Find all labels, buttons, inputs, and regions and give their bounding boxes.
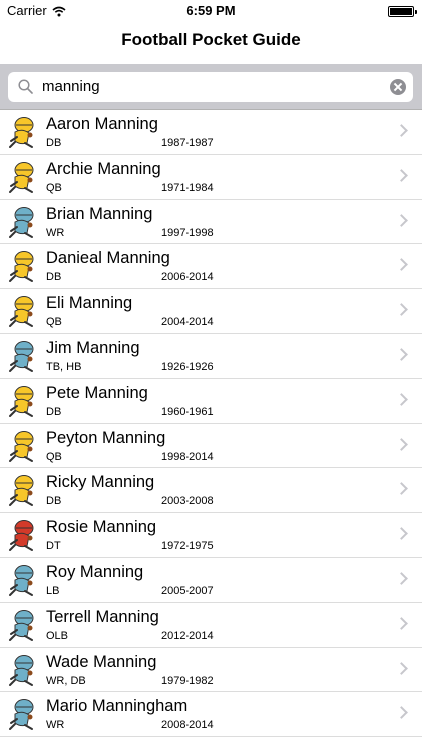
db-mascot-icon xyxy=(5,115,39,149)
chevron-right-icon xyxy=(395,661,408,675)
db-mascot-icon xyxy=(5,384,39,418)
status-bar: Carrier 6:59 PM xyxy=(0,0,422,22)
player-years: 1972-1975 xyxy=(161,540,214,553)
player-position: DB xyxy=(46,405,62,418)
list-item[interactable]: Mario Manningham WR 2008-2014 xyxy=(0,692,422,738)
chevron-right-icon xyxy=(395,258,408,272)
list-item[interactable]: Aaron Manning DB 1987-1987 xyxy=(0,110,422,155)
qb-mascot-icon xyxy=(5,294,39,328)
player-name: Rosie Manning xyxy=(46,518,157,537)
chevron-right-icon xyxy=(395,124,408,137)
player-name: Mario Manningham xyxy=(46,697,188,716)
clear-icon[interactable] xyxy=(390,79,406,95)
list-item[interactable]: Rosie Manning DT 1972-1975 xyxy=(0,513,422,558)
player-name: Jim Manning xyxy=(46,338,140,357)
qb-mascot-icon xyxy=(5,429,39,463)
player-name: Wade Manning xyxy=(46,652,157,671)
player-years: 2004-2014 xyxy=(161,316,214,329)
player-name: Brian Manning xyxy=(46,204,153,223)
wr-mascot-icon xyxy=(5,205,39,239)
list-item[interactable]: Ricky Manning DB 2003-2008 xyxy=(0,468,422,514)
player-years: 1926-1926 xyxy=(161,360,214,373)
player-name: Ricky Manning xyxy=(46,473,155,492)
player-years: 2005-2007 xyxy=(161,584,214,597)
player-years: 1979-1982 xyxy=(161,674,214,687)
page-title: Football Pocket Guide xyxy=(121,30,301,49)
player-years: 1971-1984 xyxy=(161,181,214,194)
db-mascot-icon xyxy=(5,249,39,283)
list-item[interactable]: Danieal Manning DB 2006-2014 xyxy=(0,244,422,290)
player-name: Eli Manning xyxy=(46,294,133,313)
list-item[interactable]: Roy Manning LB 2005-2007 xyxy=(0,558,422,603)
search-query: manning xyxy=(42,78,100,95)
player-position: QB xyxy=(46,450,62,463)
player-years: 1998-2014 xyxy=(161,450,214,463)
player-position: TB, HB xyxy=(46,360,82,373)
list-item[interactable]: Eli Manning QB 2004-2014 xyxy=(0,289,422,334)
player-name: Roy Manning xyxy=(46,562,144,581)
search-input[interactable]: manning xyxy=(8,72,413,102)
chevron-right-icon xyxy=(395,572,408,585)
player-name: Aaron Manning xyxy=(46,115,158,133)
chevron-right-icon xyxy=(395,392,408,406)
chevron-right-icon xyxy=(395,482,408,496)
player-position: OLB xyxy=(46,629,69,642)
player-name: Archie Manning xyxy=(46,159,161,178)
chevron-right-icon xyxy=(395,348,408,361)
player-position: LB xyxy=(46,584,60,597)
list-item[interactable]: Peyton Manning QB 1998-2014 xyxy=(0,424,422,469)
chevron-right-icon xyxy=(395,213,408,227)
chevron-right-icon xyxy=(395,527,408,541)
battery-icon xyxy=(388,6,417,17)
dt-mascot-icon xyxy=(5,518,39,552)
player-list: Aaron Manning DB 1987-1987 Archie Manning QB… xyxy=(0,110,422,738)
list-item[interactable]: Jim Manning TB, HB 1926-1926 xyxy=(0,334,422,379)
list-item[interactable]: Pete Manning DB 1960-1961 xyxy=(0,379,422,424)
search-bar: manning xyxy=(0,64,422,110)
list-item[interactable]: Terrell Manning OLB 2012-2014 xyxy=(0,603,422,648)
player-years: 2012-2014 xyxy=(161,629,214,642)
chevron-right-icon xyxy=(395,303,408,317)
player-years: 1960-1961 xyxy=(161,405,214,418)
player-years: 1987-1987 xyxy=(161,137,214,149)
clock: 6:59 PM xyxy=(186,3,236,18)
list-item[interactable]: Brian Manning WR 1997-1998 xyxy=(0,200,422,245)
chevron-right-icon xyxy=(395,706,408,720)
player-position: WR, DB xyxy=(46,674,86,687)
chevron-right-icon xyxy=(395,616,408,630)
chevron-right-icon xyxy=(395,168,408,182)
lb-mascot-icon xyxy=(5,563,39,597)
player-name: Terrell Manning xyxy=(46,607,159,626)
wr-mascot-icon xyxy=(5,697,39,731)
player-position: WR xyxy=(46,226,65,239)
list-item[interactable]: Archie Manning QB 1971-1984 xyxy=(0,155,422,200)
player-position: QB xyxy=(46,181,62,194)
db-mascot-icon xyxy=(5,473,39,507)
lb-mascot-icon xyxy=(5,608,39,642)
list-item[interactable]: Wade Manning WR, DB 1979-1982 xyxy=(0,648,422,693)
player-position: WR xyxy=(46,719,65,732)
player-position: DB xyxy=(46,495,62,508)
wr-mascot-icon xyxy=(5,653,39,687)
player-name: Pete Manning xyxy=(46,383,148,402)
qb-mascot-icon xyxy=(5,160,39,194)
player-name: Peyton Manning xyxy=(46,428,166,447)
player-position: DT xyxy=(46,540,61,553)
player-position: QB xyxy=(46,316,62,329)
player-name: Danieal Manning xyxy=(46,249,170,268)
player-years: 2003-2008 xyxy=(161,495,214,508)
player-years: 1997-1998 xyxy=(161,226,214,239)
player-position: DB xyxy=(46,271,62,284)
player-years: 2006-2014 xyxy=(161,271,214,284)
player-years: 2008-2014 xyxy=(161,719,214,732)
search-icon xyxy=(18,79,33,99)
player-position: DB xyxy=(46,137,62,149)
rb-mascot-icon xyxy=(5,339,39,373)
chevron-right-icon xyxy=(395,437,408,451)
